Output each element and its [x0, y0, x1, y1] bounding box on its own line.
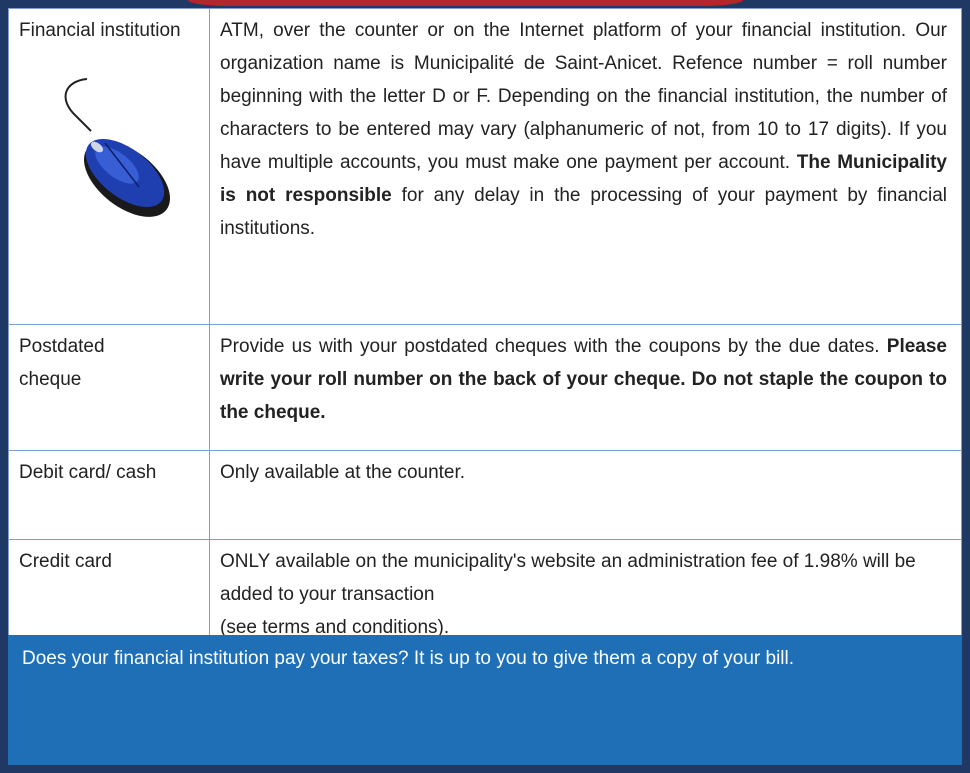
method-description: ATM, over the counter or on the Internet… — [209, 8, 962, 325]
description-text: Only available at the counter. — [220, 462, 466, 483]
method-label: Financial institution — [19, 20, 181, 41]
payment-methods-table: Financial institution ATM, over the coun… — [8, 8, 962, 645]
table-row: Credit card ONLY available on the munici… — [8, 539, 962, 645]
method-cell: Debit card/ cash — [8, 450, 210, 540]
footer-note: Does your financial institution pay your… — [8, 635, 962, 765]
method-cell: Credit card — [8, 539, 210, 645]
method-label: Debit card/ cash — [19, 462, 157, 483]
method-cell: Postdated cheque — [8, 324, 210, 451]
description-text: Provide us with your postdated cheques w… — [220, 336, 880, 357]
method-label: Postdated cheque — [19, 336, 105, 390]
description-text: ATM, over the counter or on the Internet… — [220, 20, 947, 173]
table-row: Postdated cheque Provide us with your po… — [8, 324, 962, 451]
method-cell: Financial institution — [8, 8, 210, 325]
computer-mouse-icon — [64, 78, 171, 217]
table-row: Financial institution ATM, over the coun… — [8, 8, 962, 325]
top-banner — [188, 0, 743, 6]
method-description: Provide us with your postdated cheques w… — [209, 324, 962, 451]
method-description: ONLY available on the municipality's web… — [209, 539, 962, 645]
method-description: Only available at the counter. — [209, 450, 962, 540]
credit-card-fee-text: ONLY available on the municipality's web… — [220, 551, 916, 605]
table-row: Debit card/ cash Only available at the c… — [8, 450, 962, 540]
method-label: Credit card — [19, 551, 112, 572]
payment-methods-panel: Financial institution ATM, over the coun… — [8, 8, 962, 765]
